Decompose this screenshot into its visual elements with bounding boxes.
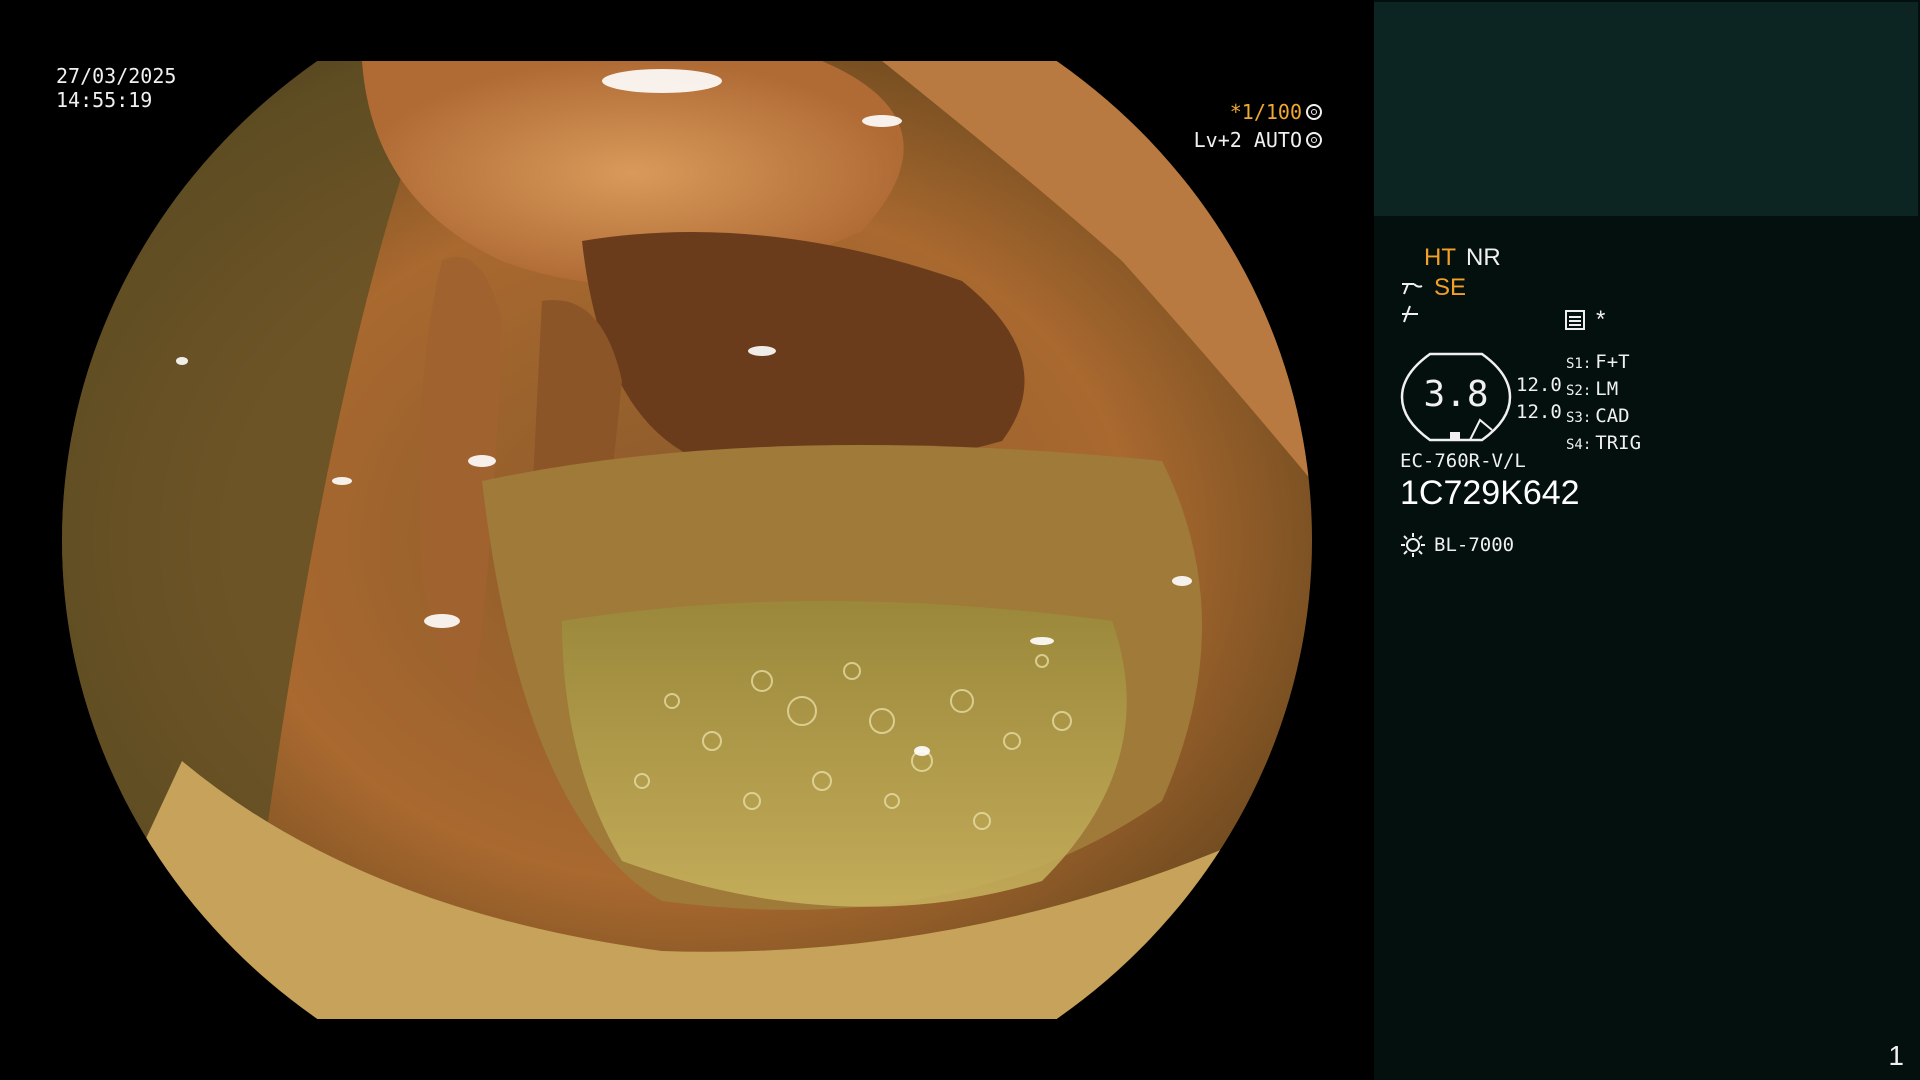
panel-top-area: [1374, 2, 1918, 216]
color-mode-icon: [1402, 305, 1418, 323]
slot-1: S1: F+T: [1566, 351, 1630, 373]
shutter-icon: [1306, 104, 1322, 120]
time-text: 14:55:19: [56, 88, 153, 112]
switch-slots: S1: F+T S2: LM S3: CAD S4: TRIG: [1566, 350, 1641, 458]
slot-4: S4: TRIG: [1566, 432, 1642, 454]
se-row: SE: [1400, 274, 1466, 302]
date-time: 27/03/2025 14:55:19: [56, 64, 176, 112]
shutter-indicator: *1/100: [1230, 100, 1322, 124]
light-source-text: BL-7000: [1434, 534, 1515, 556]
mucosa-picture: [62, 61, 1312, 1019]
endoscopic-image: [62, 61, 1312, 1019]
gauge-values: 12.0 12.0: [1516, 372, 1562, 426]
nr-label: NR: [1466, 244, 1501, 271]
menu-icon: [1565, 310, 1585, 330]
ht-nr-row: HT NR: [1424, 244, 1501, 272]
scope-model: EC-760R-V/L: [1400, 450, 1526, 472]
menu-row: *: [1564, 306, 1605, 334]
color-row: [1400, 304, 1422, 324]
scope-serial: 1C729K642: [1400, 474, 1580, 512]
slot-3: S3: CAD: [1566, 405, 1630, 427]
level-indicator: Lv+2 AUTO: [1194, 128, 1322, 152]
value-1: 12.0: [1516, 374, 1562, 396]
gauge-value: 3.8: [1423, 374, 1489, 415]
shutter-text: *1/100: [1229, 100, 1302, 124]
info-panel: HT NR SE * 3.8 12.0 12.0 S1: F+T S2: LM …: [1374, 0, 1920, 1080]
value-2: 12.0: [1516, 401, 1562, 423]
star-indicator: *: [1596, 306, 1606, 333]
ht-label: HT: [1424, 244, 1456, 271]
endoscope-viewport: 27/03/2025 14:55:19 *1/100 Lv+2 AUTO: [0, 0, 1374, 1080]
auto-iris-icon: [1306, 132, 1322, 148]
endoscope-screen: 27/03/2025 14:55:19 *1/100 Lv+2 AUTO HT …: [0, 0, 1920, 1080]
page-number: 1: [1888, 1040, 1904, 1071]
se-label: SE: [1434, 274, 1467, 301]
date-text: 27/03/2025: [56, 64, 177, 88]
gauge: 3.8: [1400, 352, 1512, 442]
light-source: BL-7000: [1400, 532, 1514, 558]
structure-enhance-icon: [1402, 283, 1423, 295]
light-source-icon: [1401, 533, 1425, 557]
slot-2: S2: LM: [1566, 378, 1619, 400]
level-text: Lv+2 AUTO: [1193, 128, 1302, 152]
